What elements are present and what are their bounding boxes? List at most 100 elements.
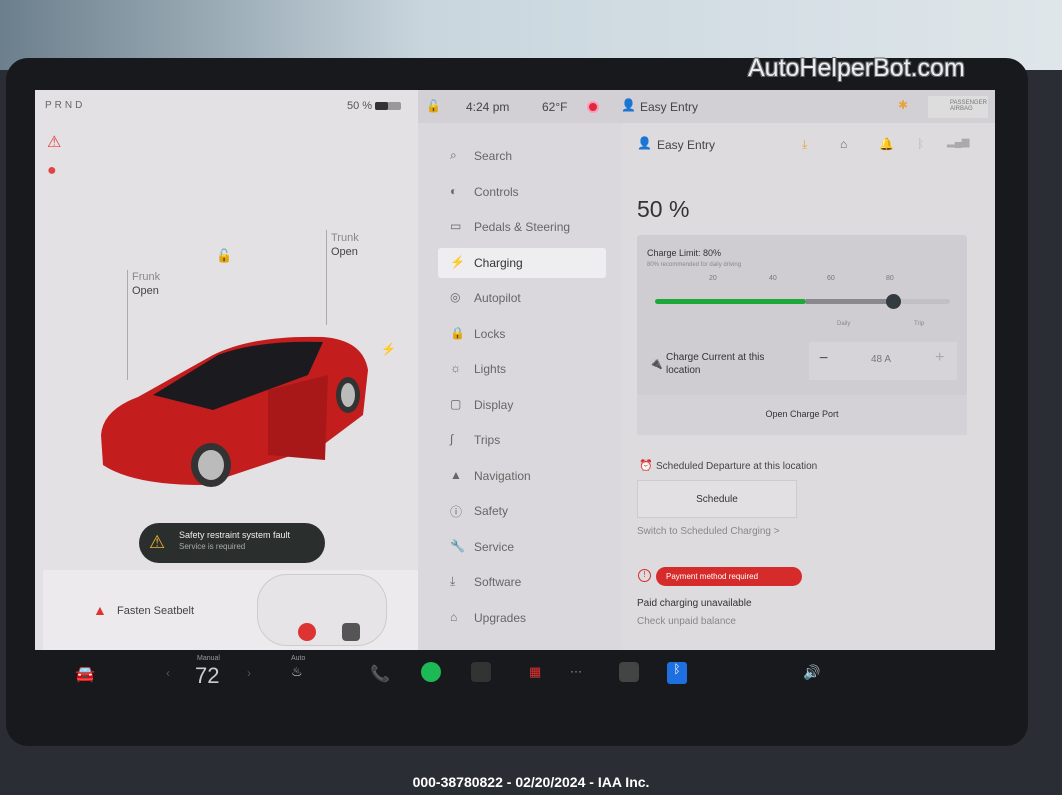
seat-heater-icon[interactable]: ♨ [291, 664, 303, 680]
car-panel: PRND 50 % ⚠ ● Frunk Open Trunk Open 🔓 ⚡ ⚠ … [35, 90, 418, 650]
settings-menu: ⌕ Search ◐ Controls ▭ Pedals & Steering ⚡ Charg… [418, 123, 622, 650]
toggle-icon: ◐ [450, 183, 458, 198]
frunk-status[interactable]: Frunk Open [132, 270, 160, 298]
download-icon: ⤓ [450, 574, 456, 588]
calendar-icon[interactable] [619, 662, 639, 682]
unlock-icon[interactable]: 🔓 [216, 248, 232, 264]
battery-icon [375, 102, 402, 111]
tick-label: 20 [709, 275, 717, 282]
menu-item-pedals-steering[interactable]: ▭ Pedals & Steering [438, 212, 606, 242]
display-icon: ▢ [450, 396, 462, 411]
navigation-icon: ▲ [450, 467, 462, 482]
download-icon[interactable]: ⤓ [802, 137, 807, 152]
charge-limit-slider[interactable] [655, 294, 950, 309]
seatbelt-warning-icon: ⚠ [47, 134, 62, 151]
tick-label: 60 [827, 275, 835, 282]
spotify-icon[interactable] [421, 662, 441, 682]
paid-charging-status: Paid charging unavailable [637, 598, 752, 609]
current-charge-fill [655, 299, 806, 304]
steering-wheel-icon: ◎ [450, 290, 461, 304]
menu-item-display[interactable]: ▢ Display [438, 390, 606, 420]
volume-icon[interactable]: 🔊 [803, 664, 820, 681]
car-icon[interactable]: 🚘 [75, 664, 95, 684]
menu-item-autopilot[interactable]: ◎ Autopilot [438, 283, 606, 313]
dashcam-record-icon[interactable] [587, 101, 599, 113]
menu-item-controls[interactable]: ◐ Controls [438, 177, 606, 207]
menu-item-service[interactable]: 🔧 Service [438, 532, 606, 562]
slider-handle[interactable] [886, 294, 901, 309]
temp-down-button[interactable]: ‹ [166, 666, 170, 680]
bottom-dock: 🚘 Manual ‹ 72 › Auto ♨ 📞 ▦ ··· ᛒ 🔊 [35, 650, 995, 700]
open-charge-port-button[interactable]: Open Charge Port [637, 395, 967, 435]
amps-value: 48 A [871, 354, 892, 365]
profile-icon: 👤 [621, 98, 636, 112]
decrease-amps-button[interactable]: − [819, 350, 828, 368]
menu-item-label: Trips [474, 433, 501, 447]
scheduled-departure-label: Scheduled Departure at this location [656, 461, 818, 472]
bluetooth-icon[interactable]: ᛒ [667, 662, 687, 684]
restraint-fault-alert[interactable]: ⚠ Safety restraint system fault Service i… [139, 523, 325, 563]
rear-defrost-icon[interactable]: ▦ [529, 664, 541, 680]
trunk-status[interactable]: Trunk Open [331, 231, 359, 259]
warning-icon: ⚠ [149, 532, 166, 552]
more-apps-icon[interactable]: ··· [570, 664, 582, 678]
warning-icon: ▲ [93, 602, 107, 618]
charge-percent: 50 % [637, 196, 690, 222]
menu-item-label: Software [474, 575, 522, 589]
schedule-button[interactable]: Schedule [637, 480, 797, 518]
menu-item-locks[interactable]: 🔒 Locks [438, 319, 606, 349]
wrench-icon: 🔧 [450, 538, 465, 553]
menu-item-software[interactable]: ⤓ Software [438, 567, 606, 597]
sun-icon: ☼ [450, 361, 461, 375]
search-icon: ⌕ [450, 148, 457, 162]
trip-label: Trip [914, 321, 925, 327]
trips-icon: ∫ [450, 432, 454, 446]
signal-icon: ▂▄▆ [947, 137, 970, 148]
profile-name[interactable]: Easy Entry [640, 100, 698, 114]
switch-scheduled-charging-link[interactable]: Switch to Scheduled Charging > [637, 526, 780, 537]
seat-diagram [257, 574, 387, 646]
menu-item-lights[interactable]: ☼ Lights [438, 354, 606, 384]
charge-port-bolt-icon[interactable]: ⚡ [381, 342, 396, 356]
clock: 4:24 pm [466, 100, 510, 114]
info-icon: ⓘ [450, 505, 463, 519]
check-balance-link[interactable]: Check unpaid balance [637, 616, 736, 627]
garage-icon[interactable]: ⌂ [840, 137, 847, 151]
profile-icon: 👤 [637, 136, 652, 150]
menu-item-safety[interactable]: ⓘ Safety [438, 496, 606, 526]
menu-item-navigation[interactable]: ▲ Navigation [438, 461, 606, 491]
menu-item-label: Pedals & Steering [474, 220, 571, 234]
gear-indicator: PRND [45, 100, 86, 111]
menu-item-label: Controls [474, 184, 519, 199]
daily-label: Daily [837, 321, 851, 327]
menu-item-trips[interactable]: ∫ Trips [438, 425, 606, 455]
bell-icon[interactable]: 🔔 [879, 137, 894, 151]
seatbelt-text: Fasten Seatbelt [117, 605, 195, 617]
bolt-icon: ⚡ [450, 254, 465, 269]
charge-settings-box: Charge Limit: 80% 80% recommended for da… [637, 235, 967, 435]
menu-item-label: Lights [474, 362, 507, 376]
seatbelt-icon: ✱ [898, 98, 909, 112]
phone-icon[interactable]: 📞 [370, 664, 390, 684]
battery-indicator: 50 % [347, 100, 402, 112]
menu-item-upgrades[interactable]: ⌂ Upgrades [438, 603, 606, 633]
battery-percent: 50 % [347, 100, 373, 112]
menu-item-search[interactable]: ⌕ Search [438, 141, 606, 171]
charge-limit-label: Charge Limit: 80% [647, 248, 722, 258]
menu-item-label: Autopilot [474, 291, 521, 305]
watermark: AutoHelperBot.com [748, 54, 965, 82]
increase-amps-button[interactable]: + [935, 349, 944, 367]
tick-label: 80 [886, 275, 894, 282]
payment-required-badge[interactable]: Payment method required [656, 567, 802, 586]
menu-item-charging[interactable]: ⚡ Charging [438, 247, 606, 278]
cabin-temp[interactable]: 72 [195, 663, 219, 689]
menu-item-label: Search [474, 149, 513, 163]
plug-icon: 🔌 [649, 358, 663, 370]
climate-mode: Manual [197, 655, 220, 662]
camera-icon[interactable] [471, 662, 491, 682]
bluetooth-icon[interactable]: ᛒ [917, 137, 924, 151]
lock-icon[interactable]: 🔓 [426, 99, 441, 113]
alarm-clock-icon: ⏰ [639, 460, 653, 472]
temp-up-button[interactable]: › [247, 666, 251, 680]
profile-name[interactable]: Easy Entry [657, 138, 715, 152]
